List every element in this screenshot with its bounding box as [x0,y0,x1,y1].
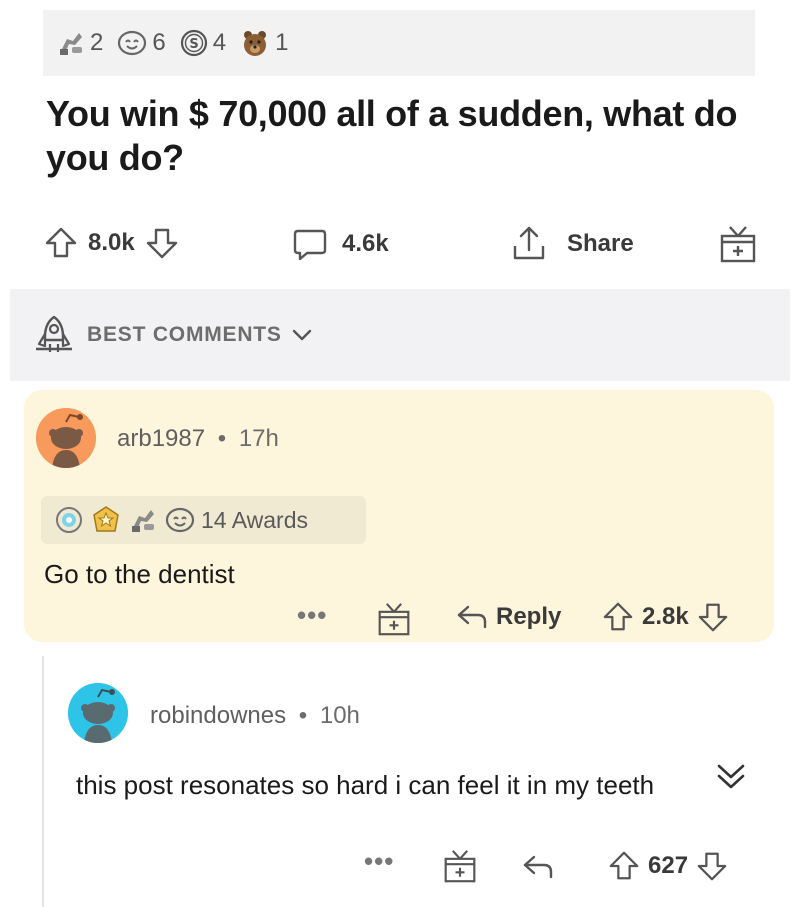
bear-award-icon [240,28,270,58]
award-count: 4 [212,29,227,56]
meta-separator: • [298,702,308,729]
share-button[interactable]: Share [511,224,634,264]
award-helpful[interactable]: 2 [57,29,103,57]
comment-meta: arb1987 • 17h [117,425,279,453]
reply-label: Reply [496,603,562,630]
comment-bubble-icon [292,226,328,262]
sort-label: BEST COMMENTS [87,323,282,346]
comments-button[interactable]: 4.6k [292,226,389,262]
comment-sort-dropdown[interactable]: BEST COMMENTS [33,314,312,356]
upvote-arrow-icon[interactable] [602,601,634,633]
share-icon [511,224,547,264]
comment-score: 627 [648,852,689,879]
award-silver[interactable]: S 4 [180,29,226,57]
post-title: You win $ 70,000 all of a sudden, what d… [46,93,738,178]
svg-text:S: S [189,37,198,52]
gift-icon [719,224,757,264]
comment-age: 10h [319,702,360,729]
award-count: 2 [90,29,104,56]
comment-body: this post resonates so hard i can feel i… [76,770,655,800]
award-bear[interactable]: 1 [240,28,288,58]
award-count: 1 [275,29,289,56]
gift-icon [377,601,411,637]
upvote-arrow-icon[interactable] [44,226,78,260]
downvote-arrow-icon[interactable] [697,601,729,633]
reply-button[interactable]: Reply [456,603,561,631]
comment-actions: ••• [364,846,394,877]
wholesome-award-icon [165,506,195,534]
comment-count: 4.6k [342,230,389,257]
comment-age: 17h [238,425,279,452]
helpful-award-icon [57,29,85,57]
helpful-award-icon [129,506,157,534]
comment-awards-chip[interactable]: 14 Awards [41,496,366,544]
rocket-icon [33,314,75,356]
comment-body: Go to the dentist [44,559,235,589]
downvote-arrow-icon[interactable] [145,226,179,260]
gift-icon [443,848,477,884]
username-link[interactable]: robindownes [150,702,286,729]
collapse-thread-button[interactable] [708,754,754,800]
more-options-button[interactable]: ••• [297,600,327,631]
reply-arrow-icon [522,853,554,881]
thread-line[interactable] [42,656,44,907]
chevron-down-icon [292,328,312,342]
give-award-button[interactable] [377,601,411,637]
diamond-award-icon [55,506,83,534]
downvote-arrow-icon[interactable] [696,850,728,882]
post-awards-bar[interactable]: 2 6 S 4 1 [43,10,755,76]
comment-vote-group: 2.8k [602,601,729,633]
comment-meta: robindownes • 10h [150,702,360,730]
award-count: 6 [152,29,166,56]
avatar[interactable] [68,683,128,743]
give-award-button[interactable] [443,848,477,884]
post-score: 8.0k [88,229,135,256]
post-vote-group: 8.0k [44,226,179,260]
comment-vote-group: 627 [608,850,728,882]
awards-count-label: 14 Awards [201,506,308,533]
comment-actions: ••• [297,600,327,631]
reply-arrow-icon [456,603,488,631]
share-label: Share [567,230,634,257]
upvote-arrow-icon[interactable] [608,850,640,882]
give-award-button[interactable] [719,224,757,264]
username-link[interactable]: arb1987 [117,425,205,452]
award-wholesome[interactable]: 6 [117,29,166,57]
meta-separator: • [217,425,227,452]
gold-award-icon [91,505,121,535]
comment-score: 2.8k [642,603,689,630]
reply-button[interactable] [522,853,554,881]
wholesome-award-icon [117,29,147,57]
double-chevron-down-icon [708,754,754,800]
avatar[interactable] [36,408,96,468]
silver-award-icon: S [180,29,208,57]
more-options-button[interactable]: ••• [364,846,394,876]
